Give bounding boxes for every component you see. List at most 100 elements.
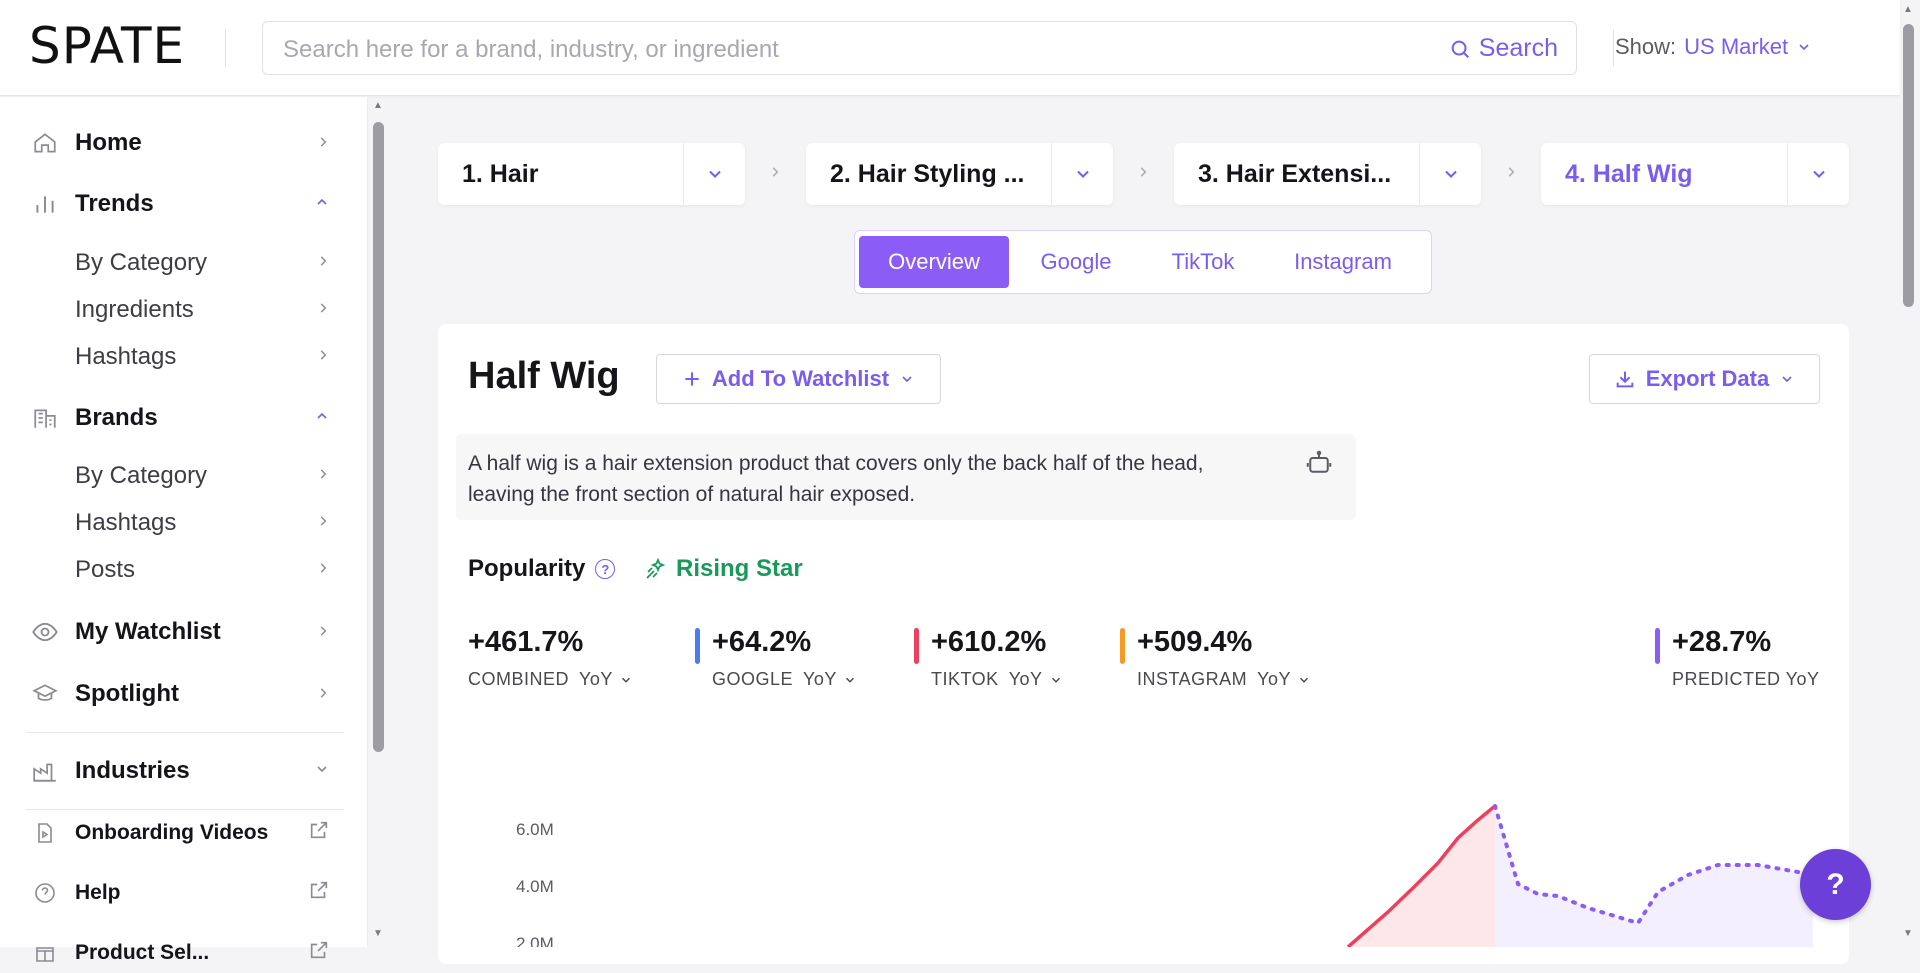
graduation-cap-icon bbox=[30, 679, 60, 709]
chevron-right-icon bbox=[316, 561, 330, 580]
scroll-up-arrow[interactable]: ▲ bbox=[1903, 4, 1913, 15]
chevron-down-icon bbox=[1782, 376, 1792, 383]
help-chat-button[interactable]: ? bbox=[1800, 849, 1871, 920]
export-data-label: Export Data bbox=[1645, 366, 1770, 391]
ai-description: A half wig is a hair extension product t… bbox=[456, 434, 1356, 520]
tab-google[interactable]: Google bbox=[1009, 236, 1143, 288]
metric-value: +461.7% bbox=[468, 626, 584, 658]
building-icon bbox=[30, 403, 60, 433]
series-color-bar bbox=[1120, 628, 1125, 664]
metric-label: TIKTOK bbox=[931, 669, 999, 689]
sidebar-subitem-label: By Category bbox=[75, 462, 208, 489]
robot-icon[interactable] bbox=[1304, 448, 1334, 487]
metric-label: INSTAGRAM bbox=[1137, 669, 1248, 689]
tab-instagram[interactable]: Instagram bbox=[1263, 236, 1423, 288]
factory-icon bbox=[30, 756, 60, 786]
sidebar-item-help[interactable]: Help bbox=[30, 873, 330, 913]
home-icon bbox=[30, 128, 60, 158]
sidebar-item-trends[interactable]: Trends bbox=[30, 184, 330, 224]
sidebar-item-label: Product Sel... bbox=[75, 941, 210, 964]
search-button-label: Search bbox=[1478, 34, 1558, 62]
scroll-up-arrow[interactable]: ▲ bbox=[373, 100, 383, 111]
sidebar-item-home[interactable]: Home bbox=[30, 123, 330, 163]
chevron-right-icon bbox=[316, 514, 330, 533]
sidebar-item-label: Home bbox=[75, 129, 142, 156]
sidebar-subitem-posts[interactable]: Posts bbox=[75, 552, 330, 588]
metric-value: +509.4% bbox=[1137, 626, 1253, 658]
period-dropdown[interactable]: YoY bbox=[803, 669, 857, 690]
market-selector[interactable]: Show: US Market bbox=[1615, 34, 1812, 60]
breadcrumb-category-3[interactable]: 3. Hair Extensi... bbox=[1174, 143, 1481, 205]
chevron-down-icon[interactable] bbox=[683, 143, 745, 205]
sidebar-item-spotlight[interactable]: Spotlight bbox=[30, 674, 330, 714]
sidebar-subitem-label: Hashtags bbox=[75, 343, 177, 370]
sidebar-item-label: My Watchlist bbox=[75, 618, 221, 645]
period-label: YoY bbox=[579, 669, 613, 689]
sidebar-subitem-label: Posts bbox=[75, 556, 136, 583]
tab-tiktok[interactable]: TikTok bbox=[1143, 236, 1263, 288]
sidebar-subitem-brands-by-category[interactable]: By Category bbox=[75, 458, 330, 494]
chevron-down-icon bbox=[1799, 44, 1809, 51]
metric-combined: +461.7% COMBINED YoY bbox=[468, 626, 633, 690]
series-color-bar bbox=[914, 628, 919, 664]
sidebar-subitem-brands-hashtags[interactable]: Hashtags bbox=[75, 505, 330, 541]
scroll-down-arrow[interactable]: ▼ bbox=[1903, 928, 1913, 939]
period-dropdown[interactable]: YoY bbox=[1009, 669, 1063, 690]
chevron-down-icon[interactable] bbox=[1419, 143, 1481, 205]
search-button[interactable]: Search bbox=[1449, 34, 1558, 63]
metric-label: COMBINED bbox=[468, 669, 570, 689]
period-dropdown[interactable]: YoY bbox=[579, 669, 633, 690]
logo[interactable]: SPATE bbox=[29, 17, 185, 75]
chevron-down-icon[interactable] bbox=[1051, 143, 1113, 205]
sidebar-item-watchlist[interactable]: My Watchlist bbox=[30, 612, 330, 652]
sidebar-item-industries[interactable]: Industries bbox=[30, 751, 330, 791]
export-data-button[interactable]: Export Data bbox=[1589, 354, 1820, 404]
sidebar-item-brands[interactable]: Brands bbox=[30, 398, 330, 438]
source-tabs: Overview Google TikTok Instagram bbox=[854, 230, 1432, 294]
chevron-right-icon bbox=[1504, 162, 1518, 185]
sidebar-item-onboarding-videos[interactable]: Onboarding Videos bbox=[30, 813, 330, 853]
metric-value: +64.2% bbox=[712, 626, 812, 658]
sidebar-subitem-trends-hashtags[interactable]: Hashtags bbox=[75, 339, 330, 375]
search-bar[interactable]: Search here for a brand, industry, or in… bbox=[262, 21, 1577, 75]
page-scrollbar-thumb[interactable] bbox=[1903, 24, 1914, 307]
chevron-right-icon bbox=[316, 621, 330, 644]
popularity-label: Popularity bbox=[468, 555, 586, 582]
period-label: YoY bbox=[803, 669, 837, 689]
tab-overview[interactable]: Overview bbox=[859, 236, 1009, 288]
search-input[interactable]: Search here for a brand, industry, or in… bbox=[283, 36, 779, 64]
help-icon[interactable]: ? bbox=[595, 559, 616, 579]
search-icon bbox=[1451, 40, 1469, 58]
sidebar-subitem-trends-by-category[interactable]: By Category bbox=[75, 245, 330, 281]
breadcrumb-category-1[interactable]: 1. Hair bbox=[438, 143, 745, 205]
chevron-up-icon bbox=[314, 407, 330, 430]
rising-star-label: Rising Star bbox=[676, 555, 803, 582]
series-color-bar bbox=[1655, 628, 1660, 664]
chevron-up-icon bbox=[314, 193, 330, 216]
breadcrumb-label: 1. Hair bbox=[462, 159, 539, 188]
sidebar-subitem-ingredients[interactable]: Ingredients bbox=[75, 292, 330, 328]
breadcrumb-category-2[interactable]: 2. Hair Styling ... bbox=[806, 143, 1113, 205]
add-to-watchlist-button[interactable]: Add To Watchlist bbox=[656, 354, 941, 404]
chevron-right-icon bbox=[316, 132, 330, 155]
metric-tiktok: +610.2% TIKTOK YoY bbox=[914, 626, 1063, 690]
bar-chart-icon bbox=[30, 189, 60, 219]
top-bar: SPATE Search here for a brand, industry,… bbox=[0, 0, 1900, 96]
sidebar-item-partial[interactable]: Product Sel... bbox=[30, 933, 330, 973]
chevron-right-icon bbox=[316, 683, 330, 706]
metric-value: +28.7% bbox=[1672, 626, 1772, 658]
scroll-down-arrow[interactable]: ▼ bbox=[373, 928, 383, 939]
sidebar-scrollbar-thumb[interactable] bbox=[373, 122, 384, 752]
chevron-right-icon bbox=[316, 254, 330, 273]
market-value: US Market bbox=[1684, 34, 1789, 59]
breadcrumb-category-4[interactable]: 4. Half Wig bbox=[1541, 143, 1849, 205]
shooting-star-icon bbox=[646, 557, 666, 579]
breadcrumb-label: 3. Hair Extensi... bbox=[1198, 159, 1392, 188]
chevron-down-icon[interactable] bbox=[1787, 143, 1849, 205]
period-dropdown[interactable]: YoY bbox=[1257, 669, 1311, 690]
chevron-right-icon bbox=[316, 301, 330, 320]
add-to-watchlist-label: Add To Watchlist bbox=[711, 366, 890, 391]
chevron-down-icon bbox=[1300, 677, 1309, 683]
sidebar-subitem-label: Hashtags bbox=[75, 509, 177, 536]
download-icon bbox=[1616, 371, 1634, 388]
